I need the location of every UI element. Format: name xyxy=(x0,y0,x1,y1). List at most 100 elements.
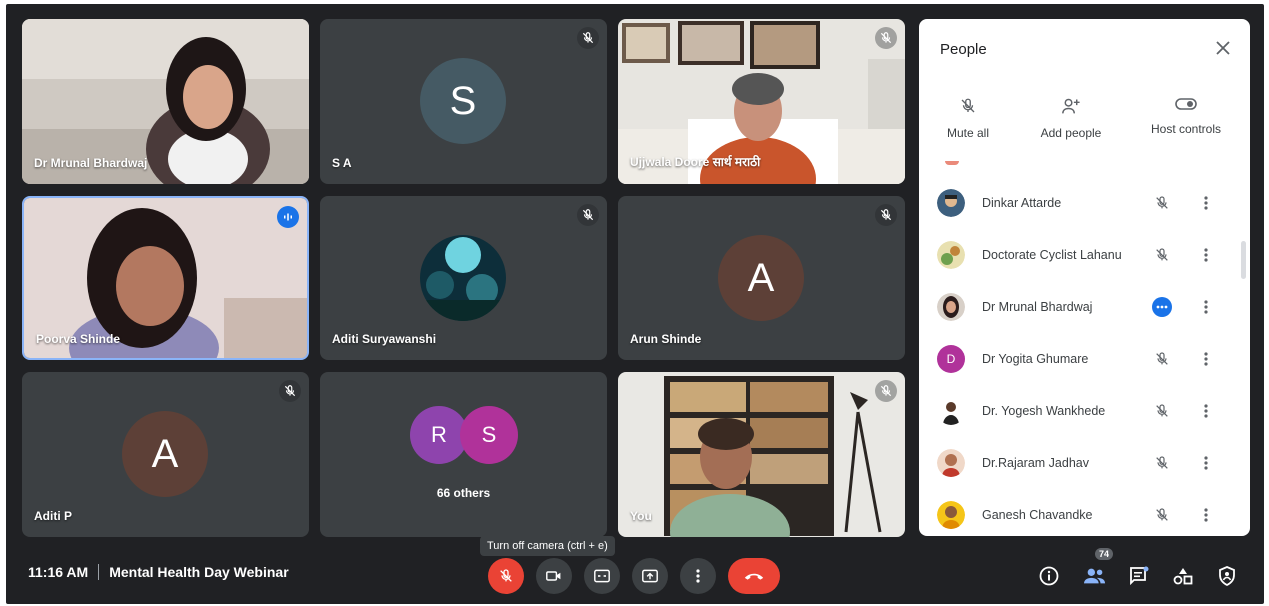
people-panel: People Mute all Add people Host controls… xyxy=(919,19,1250,536)
list-item[interactable]: Dr. Yogesh Wankhede xyxy=(919,385,1250,437)
divider xyxy=(98,564,100,580)
more-options-icon[interactable] xyxy=(1200,453,1212,473)
mic-off-icon xyxy=(875,380,897,402)
avatar xyxy=(937,189,965,217)
participant-tile[interactable]: Ujjwala Doore सार्थ मराठी xyxy=(618,19,905,184)
participant-name: You xyxy=(630,509,652,523)
leave-call-button[interactable] xyxy=(728,558,780,594)
chat-icon xyxy=(1130,566,1149,586)
participant-name: Dr Yogita Ghumare xyxy=(982,352,1089,366)
participant-avatar: A xyxy=(122,411,208,497)
mic-off-icon[interactable] xyxy=(1152,453,1172,473)
captions-button[interactable] xyxy=(584,558,620,594)
participant-tile[interactable]: A Aditi P xyxy=(22,372,309,537)
participant-avatar: S xyxy=(420,58,506,144)
participant-video xyxy=(618,372,905,537)
meeting-time: 11:16 AM xyxy=(28,564,89,580)
mic-off-icon[interactable] xyxy=(1152,349,1172,369)
people-button[interactable] xyxy=(1083,564,1107,588)
more-options-icon[interactable] xyxy=(1200,349,1212,369)
mic-off-icon xyxy=(961,98,975,113)
add-people-button[interactable]: Add people xyxy=(1033,97,1109,140)
host-controls-label: Host controls xyxy=(1150,122,1222,136)
camera-icon xyxy=(546,571,561,581)
others-count: 66 others xyxy=(436,486,491,500)
mic-off-icon[interactable] xyxy=(1152,401,1172,421)
host-controls-shield-button[interactable] xyxy=(1215,564,1239,588)
participant-name: Dr Mrunal Bhardwaj xyxy=(982,300,1093,314)
more-speaking-icon[interactable] xyxy=(1152,297,1172,317)
control-bar: 11:16 AM Mental Health Day Webinar Turn o… xyxy=(6,536,1264,604)
people-count-badge: 74 xyxy=(1095,548,1114,560)
chat-button[interactable] xyxy=(1127,564,1151,588)
others-tile[interactable]: R S 66 others xyxy=(320,372,607,537)
mic-off-icon xyxy=(875,27,897,49)
meeting-details-button[interactable] xyxy=(1037,564,1061,588)
avatar xyxy=(937,449,965,477)
participant-tile[interactable]: S S A xyxy=(320,19,607,184)
meet-window: Dr Mrunal Bhardwaj S S A Ujjwala Doore स… xyxy=(6,4,1264,604)
mic-off-icon[interactable] xyxy=(1152,505,1172,525)
participant-name: Dr. Yogesh Wankhede xyxy=(982,404,1106,418)
info-icon xyxy=(1039,566,1059,586)
more-options-icon[interactable] xyxy=(1200,193,1212,213)
shield-icon xyxy=(1219,566,1235,586)
camera-toggle-button[interactable] xyxy=(536,558,572,594)
participant-tile[interactable]: Aditi Suryawanshi xyxy=(320,196,607,360)
mic-off-icon[interactable] xyxy=(1152,193,1172,213)
host-controls-button[interactable]: Host controls xyxy=(1144,97,1228,136)
mute-all-label: Mute all xyxy=(946,126,990,140)
more-options-icon[interactable] xyxy=(1200,245,1212,265)
participant-tile[interactable]: A Arun Shinde xyxy=(618,196,905,360)
participant-avatar: A xyxy=(718,235,804,321)
participant-name: Arun Shinde xyxy=(630,332,702,346)
avatar: D xyxy=(937,345,965,373)
list-item[interactable]: Dr.Rajaram Jadhav xyxy=(919,437,1250,489)
list-item[interactable]: Ganesh Chavandke xyxy=(919,489,1250,536)
participant-name: Dr Mrunal Bhardwaj xyxy=(34,156,148,170)
list-item[interactable]: Dr Mrunal Bhardwaj xyxy=(919,281,1250,333)
speaking-indicator-icon xyxy=(277,206,299,228)
mic-off-icon xyxy=(577,204,599,226)
participant-name: Ujjwala Doore सार्थ मराठी xyxy=(630,155,761,169)
meeting-info: 11:16 AM Mental Health Day Webinar xyxy=(28,564,289,580)
add-person-icon xyxy=(1062,98,1080,114)
self-view-tile[interactable]: You xyxy=(618,372,905,537)
present-screen-icon xyxy=(642,569,658,583)
phone-hangup-icon xyxy=(744,573,764,580)
close-icon[interactable] xyxy=(1212,37,1234,59)
mic-off-icon[interactable] xyxy=(1152,245,1172,265)
people-icon xyxy=(1084,568,1106,584)
mic-off-icon xyxy=(500,569,512,582)
avatar xyxy=(937,241,965,269)
participant-tile-active-speaker[interactable]: Poorva Shinde xyxy=(22,196,309,360)
mic-off-icon xyxy=(279,380,301,402)
avatar xyxy=(937,293,965,321)
mute-all-button[interactable]: Mute all xyxy=(937,97,999,140)
list-item[interactable]: D Dr Yogita Ghumare xyxy=(919,333,1250,385)
activities-icon xyxy=(1173,568,1193,585)
participant-tile[interactable]: Dr Mrunal Bhardwaj xyxy=(22,19,309,184)
scrollbar[interactable] xyxy=(1241,241,1246,279)
present-screen-button[interactable] xyxy=(632,558,668,594)
activities-button[interactable] xyxy=(1171,564,1195,588)
list-item[interactable]: Dinkar Attarde xyxy=(919,177,1250,229)
list-edge-divider xyxy=(945,161,959,165)
mic-off-icon xyxy=(875,204,897,226)
closed-captions-icon xyxy=(594,569,610,583)
participant-name: Dinkar Attarde xyxy=(982,196,1062,210)
more-vert-icon xyxy=(696,569,700,583)
more-options-icon[interactable] xyxy=(1200,297,1212,317)
participant-name: Aditi P xyxy=(34,509,72,523)
participant-avatar xyxy=(420,235,506,321)
more-options-button[interactable] xyxy=(680,558,716,594)
avatar xyxy=(937,501,965,529)
list-item[interactable]: Doctorate Cyclist Lahanu xyxy=(919,229,1250,281)
microphone-toggle-button[interactable] xyxy=(488,558,524,594)
more-options-icon[interactable] xyxy=(1200,401,1212,421)
more-options-icon[interactable] xyxy=(1200,505,1212,525)
participant-name: Doctorate Cyclist Lahanu xyxy=(982,248,1122,262)
participant-name: Ganesh Chavandke xyxy=(982,508,1093,522)
panel-title: People xyxy=(940,41,987,58)
participant-name: Dr.Rajaram Jadhav xyxy=(982,456,1089,470)
